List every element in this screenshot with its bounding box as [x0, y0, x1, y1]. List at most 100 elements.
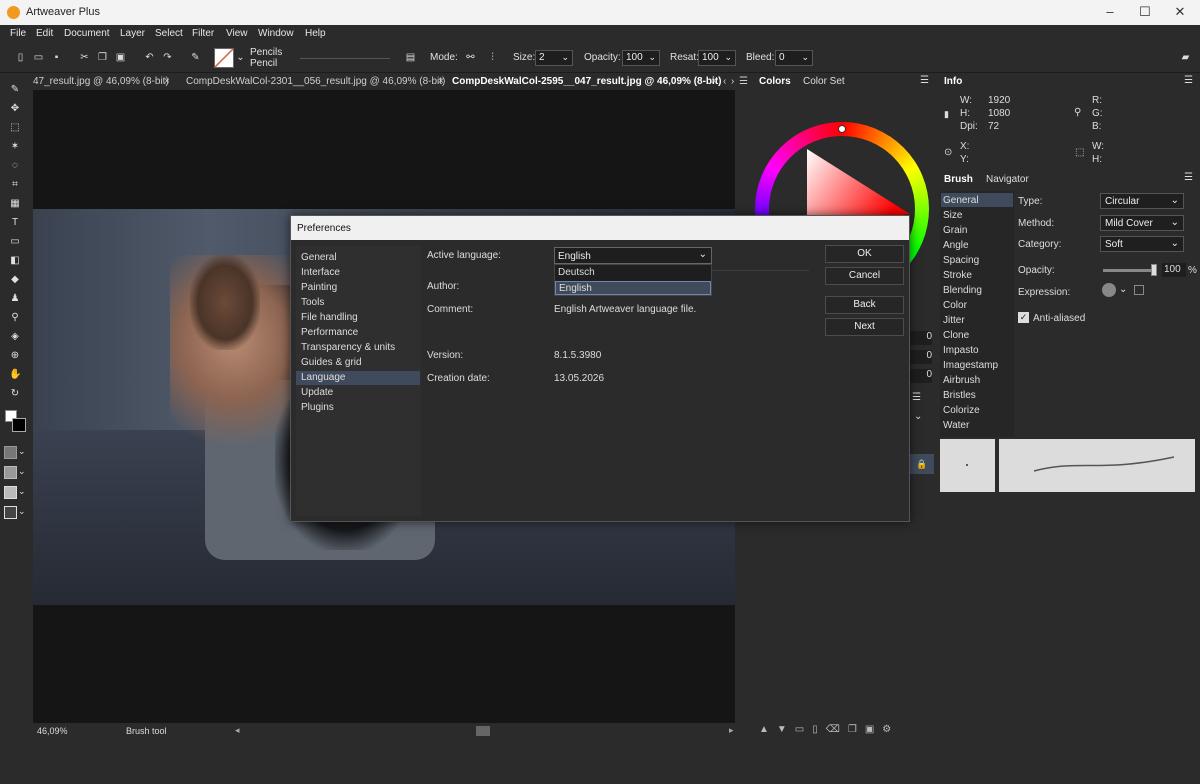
brush-cat-grain[interactable]: Grain: [943, 225, 967, 236]
chevron-down-icon[interactable]: ⌄: [18, 486, 26, 497]
brush-cat-water[interactable]: Water: [943, 420, 969, 431]
tab-close-icon[interactable]: ×: [438, 76, 444, 87]
menu-select[interactable]: Select: [155, 28, 183, 39]
chevron-down-icon[interactable]: ⌄: [18, 466, 26, 477]
menu-document[interactable]: Document: [64, 28, 110, 39]
scroll-left-icon[interactable]: ◂: [235, 725, 240, 736]
open-folder-icon[interactable]: ▭: [33, 52, 44, 63]
nav-painting[interactable]: Painting: [296, 281, 420, 295]
opacity-select[interactable]: 100 ⌄: [622, 50, 660, 66]
expression-settings-icon[interactable]: [1134, 285, 1144, 295]
lock-icon[interactable]: 🔒: [910, 454, 934, 474]
brush-cat-colorize[interactable]: Colorize: [943, 405, 980, 416]
tab-navigator[interactable]: Navigator: [986, 174, 1029, 188]
brush-cat-color[interactable]: Color: [943, 300, 967, 311]
brush-cat-angle[interactable]: Angle: [943, 240, 969, 251]
nav-transparency-units[interactable]: Transparency & units: [296, 341, 420, 355]
brush-tool-icon[interactable]: ✎: [190, 52, 201, 63]
color-value-2[interactable]: 0: [908, 350, 932, 364]
grain-icon[interactable]: [4, 486, 17, 499]
doc-tab-3-active[interactable]: CompDeskWalCol-2595__047_result.jpg @ 46…: [452, 76, 721, 87]
color-value-3[interactable]: 0: [908, 369, 932, 383]
mask-icon[interactable]: [4, 506, 17, 519]
brush-cat-clone[interactable]: Clone: [943, 330, 969, 341]
gradient-icon[interactable]: ◧: [9, 255, 21, 267]
horizontal-scroll-thumb[interactable]: [476, 726, 490, 736]
comment-icon[interactable]: ▰: [1180, 52, 1191, 63]
tab-close-icon[interactable]: ×: [164, 76, 170, 87]
nav-tools[interactable]: Tools: [296, 296, 420, 310]
move-icon[interactable]: ✥: [9, 103, 21, 115]
size-select[interactable]: 2 ⌄: [535, 50, 573, 66]
menu-window[interactable]: Window: [258, 28, 294, 39]
brush-cat-imagestamp[interactable]: Imagestamp: [943, 360, 998, 371]
brush-cat-impasto[interactable]: Impasto: [943, 345, 979, 356]
brush-cat-stroke[interactable]: Stroke: [943, 270, 972, 281]
rotate-icon[interactable]: ↻: [9, 388, 21, 400]
tab-colors[interactable]: Colors: [759, 76, 791, 90]
opacity-value-field[interactable]: 100: [1162, 263, 1186, 277]
language-select[interactable]: English ⌄: [554, 247, 712, 264]
nav-interface[interactable]: Interface: [296, 266, 420, 280]
close-window-button[interactable]: ✕: [1172, 4, 1188, 20]
brush-cat-blending[interactable]: Blending: [943, 285, 982, 296]
text-icon[interactable]: T: [9, 217, 21, 229]
eyedropper-icon[interactable]: ⚲: [9, 312, 21, 324]
cancel-button[interactable]: Cancel: [825, 267, 904, 285]
fill-bucket-icon[interactable]: ◈: [9, 331, 21, 343]
menu-edit[interactable]: Edit: [36, 28, 53, 39]
mode-alt-icon[interactable]: ⫶: [487, 52, 498, 63]
save-icon[interactable]: ▪: [51, 52, 62, 63]
brush-cat-spacing[interactable]: Spacing: [943, 255, 979, 266]
chevron-down-icon[interactable]: ⌄: [18, 506, 26, 517]
copy-icon[interactable]: ❐: [97, 52, 108, 63]
nav-file-handling[interactable]: File handling: [296, 311, 420, 325]
bleed-select[interactable]: 0 ⌄: [775, 50, 813, 66]
background-color-swatch[interactable]: [12, 418, 26, 432]
brush-preview-thumbnail[interactable]: [214, 48, 234, 68]
brush-cat-bristles[interactable]: Bristles: [943, 390, 976, 401]
eraser-icon[interactable]: ◆: [9, 274, 21, 286]
doc-tab-1[interactable]: 47_result.jpg @ 46,09% (8-bit): [33, 76, 169, 87]
opacity-slider-track[interactable]: [1103, 269, 1155, 272]
color-value-1[interactable]: 0: [908, 331, 932, 345]
language-option-english[interactable]: English: [555, 281, 711, 295]
tabs-scroll-right-icon[interactable]: ›: [731, 76, 734, 87]
nav-language[interactable]: Language: [296, 371, 420, 385]
magic-wand-icon[interactable]: ✶: [9, 141, 21, 153]
tab-color-set[interactable]: Color Set: [803, 76, 845, 90]
brush-settings-icon[interactable]: ▤: [405, 52, 416, 63]
crop-icon[interactable]: ⌗: [9, 179, 21, 191]
language-option-deutsch[interactable]: Deutsch: [555, 266, 711, 280]
nav-update[interactable]: Update: [296, 386, 420, 400]
tabs-scroll-left-icon[interactable]: ‹: [723, 76, 726, 87]
layers-menu-icon[interactable]: ☰: [912, 392, 921, 403]
scroll-right-icon[interactable]: ▸: [729, 725, 734, 736]
nav-plugins[interactable]: Plugins: [296, 401, 420, 415]
nav-guides-grid[interactable]: Guides & grid: [296, 356, 420, 370]
next-button[interactable]: Next: [825, 318, 904, 336]
brush-cat-size[interactable]: Size: [943, 210, 962, 221]
panel-menu-icon[interactable]: ☰: [920, 75, 929, 89]
texture-icon[interactable]: [4, 466, 17, 479]
doc-tab-2[interactable]: CompDeskWalCol-2301__056_result.jpg @ 46…: [186, 76, 445, 87]
brush-cat-airbrush[interactable]: Airbrush: [943, 375, 980, 386]
chevron-down-icon[interactable]: ⌄: [1119, 284, 1127, 295]
zoom-icon[interactable]: ⊕: [9, 350, 21, 362]
menu-file[interactable]: File: [10, 28, 26, 39]
nav-general[interactable]: General: [296, 251, 420, 265]
opacity-slider-thumb[interactable]: [1151, 264, 1157, 276]
lasso-icon[interactable]: ◌: [9, 160, 21, 172]
rect-select-icon[interactable]: ⬚: [9, 122, 21, 134]
tab-brush[interactable]: Brush: [944, 174, 973, 188]
paste-icon[interactable]: ▣: [115, 52, 126, 63]
cut-icon[interactable]: ✂: [79, 52, 90, 63]
ok-button[interactable]: OK: [825, 245, 904, 263]
anti-aliased-checkbox[interactable]: ✓: [1018, 312, 1029, 323]
category-select[interactable]: Soft ⌄: [1100, 236, 1184, 252]
brush-preset-dropdown-icon[interactable]: ⌄: [235, 52, 246, 63]
brush-cat-general[interactable]: General: [943, 195, 979, 206]
nav-performance[interactable]: Performance: [296, 326, 420, 340]
redo-icon[interactable]: ↷: [162, 52, 173, 63]
brush-icon[interactable]: ✎: [9, 84, 21, 96]
